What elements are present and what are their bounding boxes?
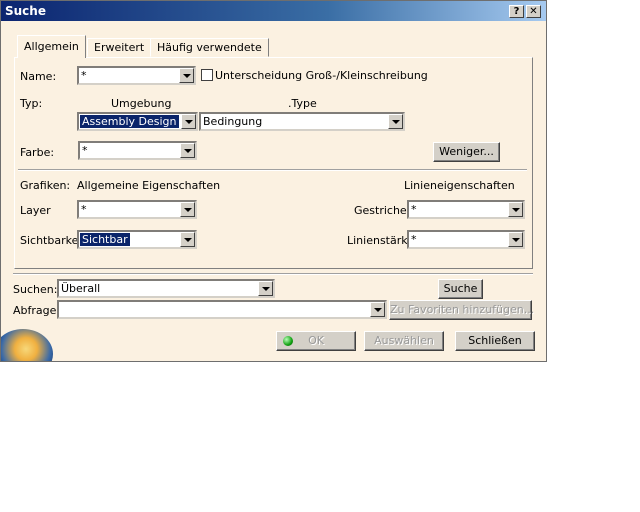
line-thickness-combobox[interactable]: * bbox=[407, 230, 525, 249]
ok-button-label: OK bbox=[308, 334, 324, 347]
layer-combobox[interactable]: * bbox=[77, 200, 197, 219]
chevron-down-icon[interactable] bbox=[180, 143, 195, 158]
type-header: .Type bbox=[288, 97, 317, 110]
separator bbox=[13, 273, 533, 275]
status-led-icon bbox=[283, 336, 293, 346]
dashed-combobox[interactable]: * bbox=[407, 200, 525, 219]
help-button[interactable]: ? bbox=[509, 5, 524, 18]
type-value: Bedingung bbox=[203, 115, 263, 128]
chevron-down-icon[interactable] bbox=[180, 232, 195, 247]
line-thickness-label: Linienstärke bbox=[347, 234, 415, 247]
type-combobox[interactable]: Bedingung bbox=[199, 112, 405, 131]
visibility-label: Sichtbarkeit bbox=[20, 234, 86, 247]
chevron-down-icon[interactable] bbox=[180, 202, 195, 217]
title-bar[interactable]: Suche ? ✕ bbox=[1, 1, 546, 21]
chevron-down-icon[interactable] bbox=[388, 114, 403, 129]
layer-value: * bbox=[81, 203, 87, 216]
name-label: Name: bbox=[20, 70, 57, 83]
graphics-label: Grafiken: bbox=[20, 179, 71, 192]
color-value: * bbox=[82, 144, 88, 157]
name-value: * bbox=[81, 69, 87, 82]
search-scope-label: Suchen: bbox=[13, 283, 58, 296]
add-to-favorites-button[interactable]: Zu Favoriten hinzufügen... bbox=[389, 300, 534, 320]
search-scope-value: Überall bbox=[61, 282, 101, 295]
close-button[interactable]: Schließen bbox=[455, 331, 535, 351]
search-button[interactable]: Suche bbox=[438, 279, 483, 299]
dashed-label: Gestrichelt bbox=[354, 204, 415, 217]
window-title: Suche bbox=[5, 4, 46, 18]
name-combobox[interactable]: * bbox=[77, 66, 196, 85]
line-properties-header: Linieneigenschaften bbox=[404, 179, 515, 192]
tab-erweitert[interactable]: Erweitert bbox=[87, 38, 152, 57]
separator bbox=[18, 169, 527, 171]
query-combobox[interactable] bbox=[57, 300, 387, 319]
search-dialog: Suche ? ✕ Allgemein Erweitert Häufig ver… bbox=[0, 0, 547, 362]
chevron-down-icon[interactable] bbox=[179, 68, 194, 83]
chevron-down-icon[interactable] bbox=[508, 202, 523, 217]
line-thickness-value: * bbox=[411, 233, 417, 246]
case-sensitive-label: Unterscheidung Groß-/Kleinschreibung bbox=[215, 69, 428, 82]
visibility-value: Sichtbar bbox=[80, 233, 130, 246]
tab-allgemein[interactable]: Allgemein bbox=[17, 35, 86, 58]
color-combobox[interactable]: * bbox=[78, 141, 197, 160]
environment-combobox[interactable]: Assembly Design bbox=[77, 112, 198, 131]
ok-button[interactable]: OK bbox=[276, 331, 356, 351]
close-window-button[interactable]: ✕ bbox=[526, 5, 541, 18]
tab-haeufig-verwendete[interactable]: Häufig verwendete bbox=[150, 38, 269, 57]
chevron-down-icon[interactable] bbox=[508, 232, 523, 247]
case-sensitive-checkbox[interactable] bbox=[201, 69, 213, 81]
type-label: Typ: bbox=[20, 97, 43, 110]
environment-value: Assembly Design bbox=[80, 115, 179, 128]
environment-header: Umgebung bbox=[111, 97, 172, 110]
visibility-combobox[interactable]: Sichtbar bbox=[77, 230, 197, 249]
less-button[interactable]: Weniger... bbox=[433, 142, 500, 162]
chevron-down-icon[interactable] bbox=[258, 281, 273, 296]
general-properties-header: Allgemeine Eigenschaften bbox=[77, 179, 221, 192]
dashed-value: * bbox=[411, 203, 417, 216]
chevron-down-icon[interactable] bbox=[370, 302, 385, 317]
layer-label: Layer bbox=[20, 204, 51, 217]
chevron-down-icon[interactable] bbox=[181, 114, 196, 129]
search-scope-combobox[interactable]: Überall bbox=[57, 279, 275, 298]
query-label: Abfrage: bbox=[13, 304, 61, 317]
catia-logo bbox=[1, 329, 53, 361]
color-label: Farbe: bbox=[20, 146, 55, 159]
select-button[interactable]: Auswählen bbox=[364, 331, 444, 351]
